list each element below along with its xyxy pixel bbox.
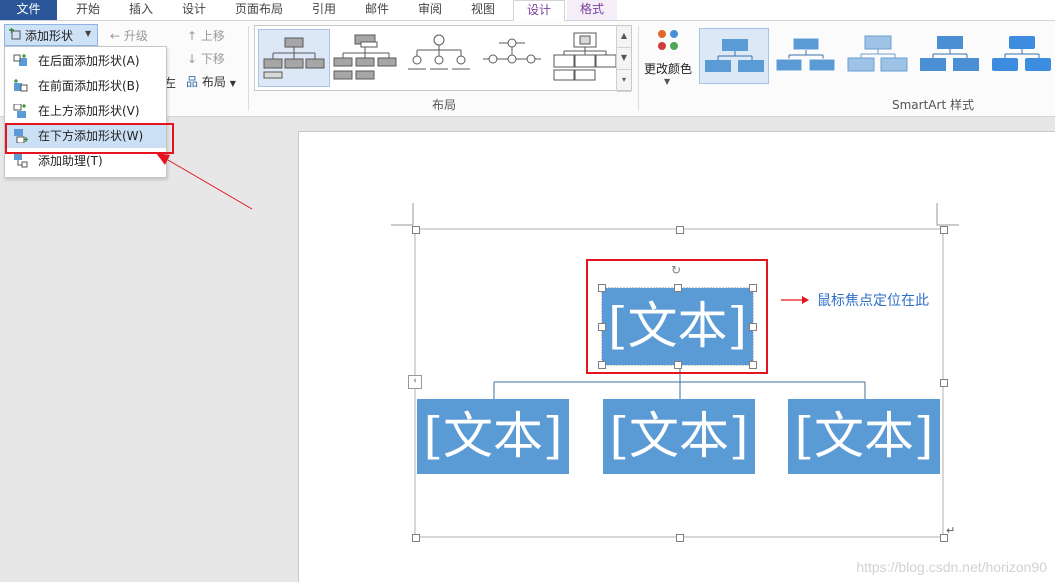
frame-handle[interactable] (412, 226, 420, 234)
resize-handle[interactable] (598, 284, 606, 292)
tab-design[interactable]: 设计 (170, 0, 218, 20)
style-thumb-intense[interactable] (987, 28, 1055, 82)
menu-item-add-assistant[interactable]: 添加助理(T) (5, 149, 166, 173)
add-shape-menu: 在后面添加形状(A) 在前面添加形状(B) 在上方添加形状(V) 在下方添加形状… (4, 46, 167, 178)
arrow-left-icon: ← (110, 29, 124, 43)
org-chart-icon: 品 (186, 75, 199, 89)
tab-page-layout[interactable]: 页面布局 (226, 0, 292, 20)
add-shape-icon (9, 28, 21, 40)
smartart-child-node-1[interactable]: [文本] (417, 399, 569, 474)
menu-item-add-shape-before[interactable]: 在前面添加形状(B) (5, 74, 166, 98)
style-thumb-white-outline[interactable] (771, 28, 839, 82)
tab-mailings[interactable]: 邮件 (353, 0, 401, 20)
layout-gallery: ▲ ▼ ▾ (254, 25, 632, 92)
smartart-child-node-2[interactable]: [文本] (603, 399, 755, 474)
style-thumb-moderate[interactable] (915, 28, 983, 82)
move-up-button[interactable]: ↑ 上移 (187, 27, 225, 44)
paragraph-mark-icon: ↵ (946, 524, 956, 537)
style-thumb-subtle[interactable] (843, 28, 911, 82)
tab-view[interactable]: 视图 (459, 0, 507, 20)
group-label-layout: 布局 (432, 98, 457, 112)
smartart-child-node-3[interactable]: [文本] (788, 399, 940, 474)
frame-handle[interactable] (676, 226, 684, 234)
gallery-more-icon[interactable]: ▾ (617, 70, 631, 92)
tab-smartart-format[interactable]: 格式 (567, 0, 617, 20)
menu-item-add-shape-after[interactable]: 在后面添加形状(A) (5, 49, 166, 73)
change-colors-button[interactable]: 更改颜色 ▼ (643, 25, 693, 91)
move-down-button[interactable]: ↓ 下移 (187, 50, 225, 67)
layout-org-chart[interactable] (258, 29, 330, 87)
layout-button[interactable]: 品 布局 ▼ (186, 73, 236, 90)
palette-icon (658, 30, 678, 50)
frame-handle[interactable] (412, 534, 420, 542)
text-pane-toggle-icon[interactable]: ‹ (408, 375, 422, 389)
add-shape-label: 添加形状 (25, 29, 74, 43)
scroll-down-icon[interactable]: ▼ (617, 48, 631, 70)
resize-handle[interactable] (674, 284, 682, 292)
resize-handle[interactable] (674, 361, 682, 369)
smartart-styles-gallery (697, 25, 1055, 89)
menu-item-add-shape-below[interactable]: 在下方添加形状(W) (5, 124, 166, 148)
promote-button[interactable]: ← 升级 (110, 27, 148, 44)
layout-gallery-scroll[interactable]: ▲ ▼ ▾ (616, 26, 631, 92)
chevron-down-icon: ▼ (229, 79, 236, 88)
resize-handle[interactable] (598, 323, 606, 331)
resize-handle[interactable] (749, 284, 757, 292)
tab-home[interactable]: 开始 (64, 0, 112, 20)
resize-handle[interactable] (749, 323, 757, 331)
arrow-up-icon: ↑ (187, 29, 201, 43)
layout-horizontal-hierarchy[interactable] (477, 29, 547, 85)
document-page[interactable]: [文本] [文本] [文本] [文本] ↻ ‹ ↵ 鼠标焦点定位在此 (298, 131, 1055, 582)
group-separator (638, 26, 639, 111)
scroll-up-icon[interactable]: ▲ (617, 26, 631, 48)
group-label-smartart-styles: SmartArt 样式 (892, 98, 974, 112)
tab-review[interactable]: 审阅 (406, 0, 454, 20)
tab-insert[interactable]: 插入 (117, 0, 165, 20)
chevron-down-icon: ▼ (85, 29, 92, 38)
add-below-icon (14, 129, 28, 143)
ribbon-tab-bar: 文件 开始 插入 设计 页面布局 引用 邮件 审阅 视图 设计 格式 (0, 0, 1055, 22)
smartart-top-node[interactable]: [文本] (602, 288, 753, 365)
add-shape-button[interactable]: 添加形状 ▼ (4, 24, 98, 46)
tab-smartart-design[interactable]: 设计 (513, 0, 565, 22)
chevron-down-icon: ▼ (664, 77, 671, 86)
style-thumb-simple[interactable] (699, 28, 769, 84)
resize-handle[interactable] (598, 361, 606, 369)
frame-handle[interactable] (940, 379, 948, 387)
rotate-handle-icon[interactable]: ↻ (671, 264, 683, 276)
tab-file[interactable]: 文件 (0, 0, 57, 20)
resize-handle[interactable] (749, 361, 757, 369)
annotation-label: 鼠标焦点定位在此 (817, 293, 929, 309)
menu-item-add-shape-above[interactable]: 在上方添加形状(V) (5, 99, 166, 123)
group-separator (248, 26, 249, 111)
arrow-down-icon: ↓ (187, 52, 201, 66)
layout-labeled-hierarchy[interactable] (550, 29, 620, 85)
tab-references[interactable]: 引用 (300, 0, 348, 20)
layout-circle-picture-hierarchy[interactable] (404, 29, 474, 85)
add-before-icon (14, 79, 28, 92)
watermark: https://blog.csdn.net/horizon90 (856, 559, 1047, 575)
add-after-icon (13, 54, 27, 66)
layout-name-title-org[interactable] (331, 29, 401, 85)
frame-handle[interactable] (940, 226, 948, 234)
add-above-icon (13, 104, 26, 118)
add-assistant-icon (14, 154, 28, 168)
frame-handle[interactable] (676, 534, 684, 542)
